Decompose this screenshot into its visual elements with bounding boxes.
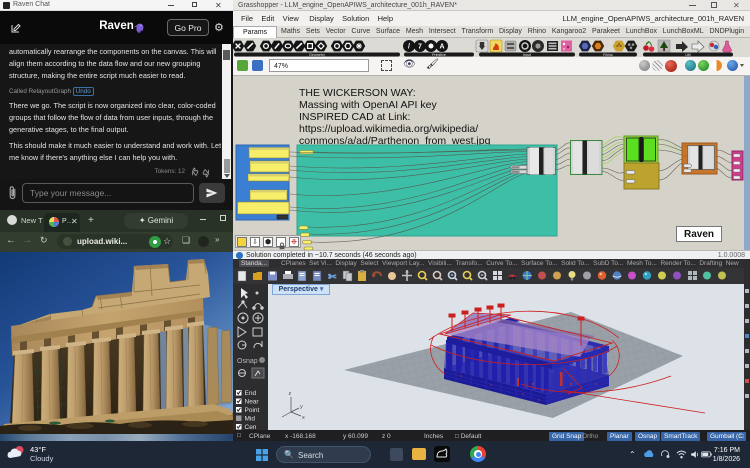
svg-text:Osnap: Osnap bbox=[237, 358, 258, 365]
svg-text:/: / bbox=[408, 44, 410, 51]
svg-text:x: x bbox=[302, 415, 305, 421]
svg-text:7: 7 bbox=[418, 44, 422, 51]
svg-text:Mid: Mid bbox=[245, 416, 256, 423]
svg-text:A: A bbox=[439, 44, 444, 51]
svg-text:✄: ✄ bbox=[328, 272, 337, 283]
svg-text:Point: Point bbox=[245, 407, 260, 414]
svg-text:End: End bbox=[245, 390, 257, 397]
svg-text:y: y bbox=[300, 404, 303, 410]
svg-text:z: z bbox=[289, 391, 292, 397]
svg-text:Near: Near bbox=[245, 399, 260, 406]
